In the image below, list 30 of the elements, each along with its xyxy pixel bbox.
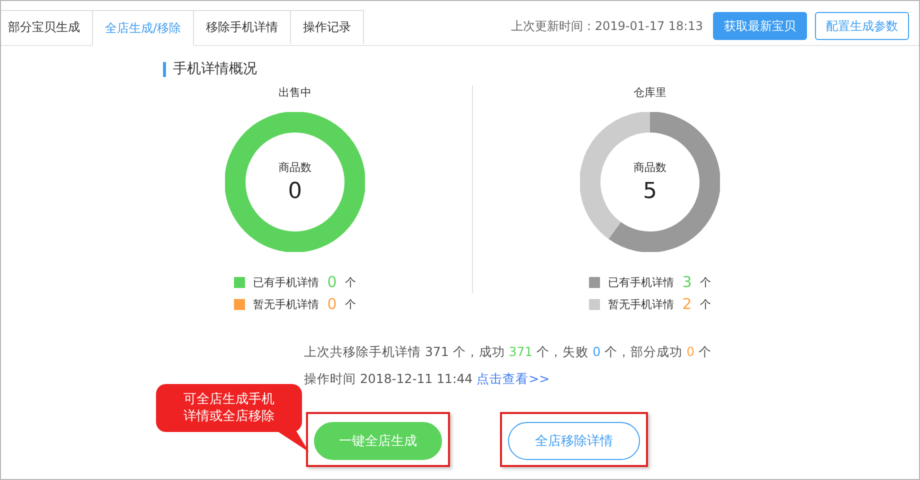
legend-count: 3 — [682, 273, 692, 291]
legend-label: 已有手机详情 — [253, 274, 320, 290]
center-value: 5 — [643, 179, 657, 204]
config-button[interactable]: 配置生成参数 — [815, 12, 909, 40]
summary-text: 上次共移除手机详情 371 个，成功 371 个，失败 0 个，部分成功 0 个 — [304, 344, 712, 361]
center-label: 商品数 — [278, 160, 312, 175]
callout-text: 可全店生成手机详情或全店移除 — [184, 391, 274, 425]
update-time: 上次更新时间：2019-01-17 18:13 — [510, 18, 703, 34]
fetch-button[interactable]: 获取最新宝贝 — [713, 12, 807, 40]
generate-button[interactable]: 一键全店生成 — [314, 422, 442, 460]
legend-label: 暂无手机详情 — [253, 296, 320, 312]
legend-unit: 个 — [344, 296, 356, 312]
legend-count: 2 — [682, 295, 692, 313]
view-link[interactable]: 点击查看>> — [476, 371, 550, 386]
panel-title: 仓库里 — [634, 85, 666, 100]
legend-unit: 个 — [700, 296, 711, 312]
center-label: 商品数 — [634, 160, 666, 175]
legend-label: 暂无手机详情 — [608, 296, 674, 312]
legend-unit: 个 — [700, 274, 711, 290]
operation-time: 操作时间 2018-12-11 11:44 点击查看>> — [304, 371, 551, 388]
legend-count: 0 — [327, 295, 337, 313]
legend-count: 0 — [327, 273, 337, 291]
legend-label: 已有手机详情 — [608, 274, 674, 290]
panel-title: 出售中 — [278, 85, 312, 100]
remove-button[interactable]: 全店移除详情 — [508, 422, 640, 460]
tab[interactable]: 操作记录 — [290, 10, 364, 44]
center-value: 0 — [288, 179, 302, 204]
legend-unit: 个 — [344, 274, 356, 290]
section-title: 手机详情概况 — [163, 62, 919, 77]
tab[interactable]: 全店生成/移除 — [92, 10, 194, 46]
